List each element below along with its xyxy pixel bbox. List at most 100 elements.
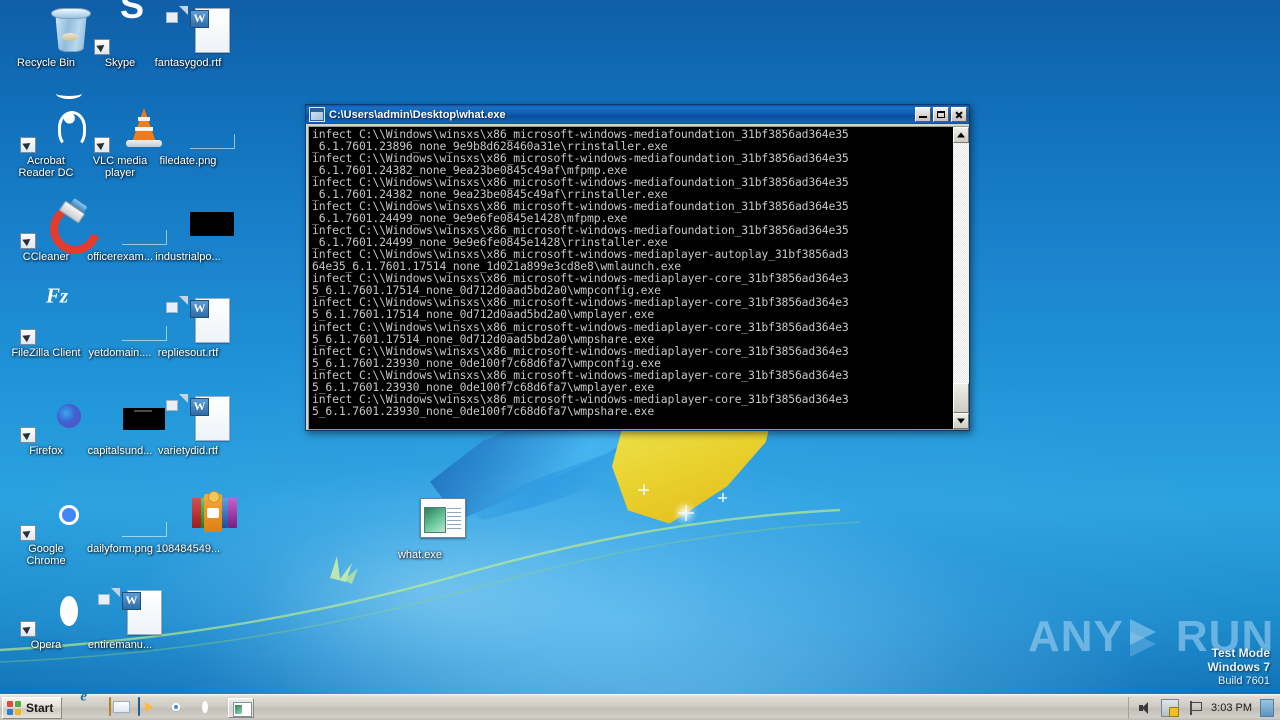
scrollbar-track[interactable] — [953, 143, 969, 413]
quick-launch-bar[interactable] — [80, 696, 216, 718]
desktop-icon-label: yetdomain.... — [88, 347, 152, 359]
desktop-icon-label: Firefox — [29, 445, 63, 457]
desktop-icon-8[interactable]: industrialpo... — [150, 200, 234, 263]
shortcut-arrow-icon — [20, 137, 36, 153]
console-output-text: infect C:\\Windows\winsxs\x86_microsoft-… — [312, 127, 849, 418]
desktop-icon-label: filedate.png — [159, 155, 217, 167]
desktop-icon-12[interactable]: Firefox — [8, 394, 84, 457]
recycle-bin-icon — [22, 6, 91, 54]
desktop-icon-label: capitalsund... — [87, 445, 153, 457]
volume-icon[interactable] — [1137, 700, 1153, 716]
desktop-icon-what-exe[interactable]: what.exe — [382, 498, 466, 561]
start-button-label: Start — [26, 700, 54, 715]
skype-icon — [94, 6, 144, 55]
close-button[interactable] — [951, 107, 967, 122]
shortcut-arrow-icon — [20, 525, 36, 541]
desktop-icon-6[interactable]: CCleaner — [8, 195, 109, 263]
desktop-icon-13[interactable]: capitalsund... — [82, 394, 165, 457]
word-document-icon: W — [164, 394, 230, 442]
windows-media-player-icon[interactable] — [138, 696, 158, 718]
desktop-icon-9[interactable]: FileZilla Client — [8, 296, 84, 359]
firefox-icon — [20, 394, 70, 443]
desktop-icon-4[interactable]: VLC media player — [82, 104, 162, 179]
desktop-icon-label: 108484549... — [155, 543, 221, 555]
shortcut-arrow-icon — [94, 39, 110, 55]
maximize-button[interactable] — [933, 107, 949, 122]
task-button-icon — [233, 701, 253, 717]
word-document-icon: W — [164, 296, 230, 344]
windows-logo-icon — [7, 700, 22, 715]
console-vertical-scrollbar[interactable] — [952, 127, 969, 429]
desktop-icon-label: fantasygod.rtf — [154, 57, 222, 69]
desktop-icon-label: Acrobat Reader DC — [18, 155, 74, 179]
desktop-icon-2[interactable]: Wfantasygod.rtf — [150, 6, 230, 69]
png-thumbnail-icon — [96, 492, 167, 540]
google-chrome-icon[interactable] — [167, 698, 187, 718]
desktop-icon-17[interactable]: 108484549... — [150, 491, 237, 555]
desktop-icon-11[interactable]: Wrepliesout.rtf — [150, 296, 230, 359]
desktop-icon-label: entiremanu... — [87, 639, 153, 651]
desktop-icon-label: industrialpo... — [155, 251, 221, 263]
desktop-icon-19[interactable]: Wentiremanu... — [82, 588, 162, 651]
desktop-icon-15[interactable]: Google Chrome — [8, 492, 84, 567]
desktop[interactable]: Recycle Bin Skype Wfantasygod.rtf Acrobat R… — [0, 0, 1280, 720]
desktop-icon-0[interactable]: Recycle Bin — [8, 6, 91, 69]
acrobat-reader-icon — [20, 96, 86, 153]
window-title-bar[interactable]: C:\Users\admin\Desktop\what.exe — [306, 105, 969, 124]
desktop-icon-10[interactable]: yetdomain.... — [82, 296, 167, 359]
png-thumbnail-icon — [96, 296, 167, 344]
minimize-button[interactable] — [915, 107, 931, 122]
google-chrome-icon — [20, 492, 70, 541]
internet-explorer-icon[interactable] — [80, 698, 100, 718]
desktop-icon-label: varietydid.rtf — [158, 445, 218, 457]
desktop-icon-label: FileZilla Client — [11, 347, 81, 359]
network-warning-icon[interactable] — [1161, 698, 1180, 717]
desktop-icon-label: what.exe — [397, 549, 443, 561]
desktop-icon-1[interactable]: Skype — [82, 6, 158, 69]
scroll-up-arrow[interactable] — [953, 127, 969, 143]
windows-explorer-icon[interactable] — [109, 696, 129, 718]
black-thumbnail-icon — [164, 200, 234, 248]
opera-icon[interactable] — [196, 698, 216, 718]
shortcut-arrow-icon — [20, 329, 36, 345]
desktop-icon-label: VLC media player — [92, 155, 148, 179]
start-button[interactable]: Start — [2, 696, 63, 719]
desktop-icon-14[interactable]: Wvarietydid.rtf — [150, 394, 230, 457]
desktop-icon-label: Recycle Bin — [16, 57, 76, 69]
application-window-icon — [396, 498, 466, 546]
desktop-icon-7[interactable]: officerexam... — [82, 200, 167, 263]
taskbar[interactable]: Start 3:03 PM — [0, 694, 1280, 720]
desktop-icon-label: Skype — [104, 57, 136, 69]
filezilla-icon — [20, 296, 70, 345]
desktop-icon-18[interactable]: Opera — [8, 588, 84, 651]
what-exe-task-button[interactable] — [228, 697, 255, 718]
word-document-icon: W — [96, 588, 162, 636]
desktop-icon-16[interactable]: dailyform.png — [82, 492, 167, 555]
word-document-icon: W — [164, 6, 230, 54]
desktop-icon-3[interactable]: Acrobat Reader DC — [8, 96, 86, 179]
png-thumbnail-icon — [96, 200, 167, 248]
scrollbar-thumb[interactable] — [953, 383, 969, 413]
show-desktop-button[interactable] — [1260, 698, 1274, 717]
console-window[interactable]: C:\Users\admin\Desktop\what.exe infect C… — [305, 104, 970, 431]
window-title-text: C:\Users\admin\Desktop\what.exe — [329, 108, 506, 121]
shortcut-arrow-icon — [20, 621, 36, 637]
desktop-icon-label: Opera — [30, 639, 62, 651]
desktop-icon-label: repliesout.rtf — [157, 347, 219, 359]
desktop-icon-5[interactable]: filedate.png — [150, 104, 235, 167]
opera-icon — [20, 588, 70, 637]
console-body[interactable]: infect C:\\Windows\winsxs\x86_microsoft-… — [308, 126, 969, 430]
shortcut-arrow-icon — [94, 137, 110, 153]
shortcut-arrow-icon — [20, 233, 36, 249]
desktop-icon-label: officerexam... — [87, 251, 153, 263]
scroll-down-arrow[interactable] — [953, 413, 969, 429]
action-center-flag-icon[interactable] — [1187, 700, 1203, 716]
vlc-media-player-icon — [94, 104, 162, 153]
system-tray[interactable]: 3:03 PM — [1128, 696, 1278, 719]
desktop-icon-label: Google Chrome — [26, 543, 66, 567]
dashed-thumbnail-icon — [96, 394, 165, 442]
winrar-archive-icon — [164, 491, 237, 540]
taskbar-clock[interactable]: 3:03 PM — [1211, 702, 1252, 714]
desktop-icon-label: dailyform.png — [86, 543, 154, 555]
png-thumbnail-icon — [164, 104, 235, 152]
